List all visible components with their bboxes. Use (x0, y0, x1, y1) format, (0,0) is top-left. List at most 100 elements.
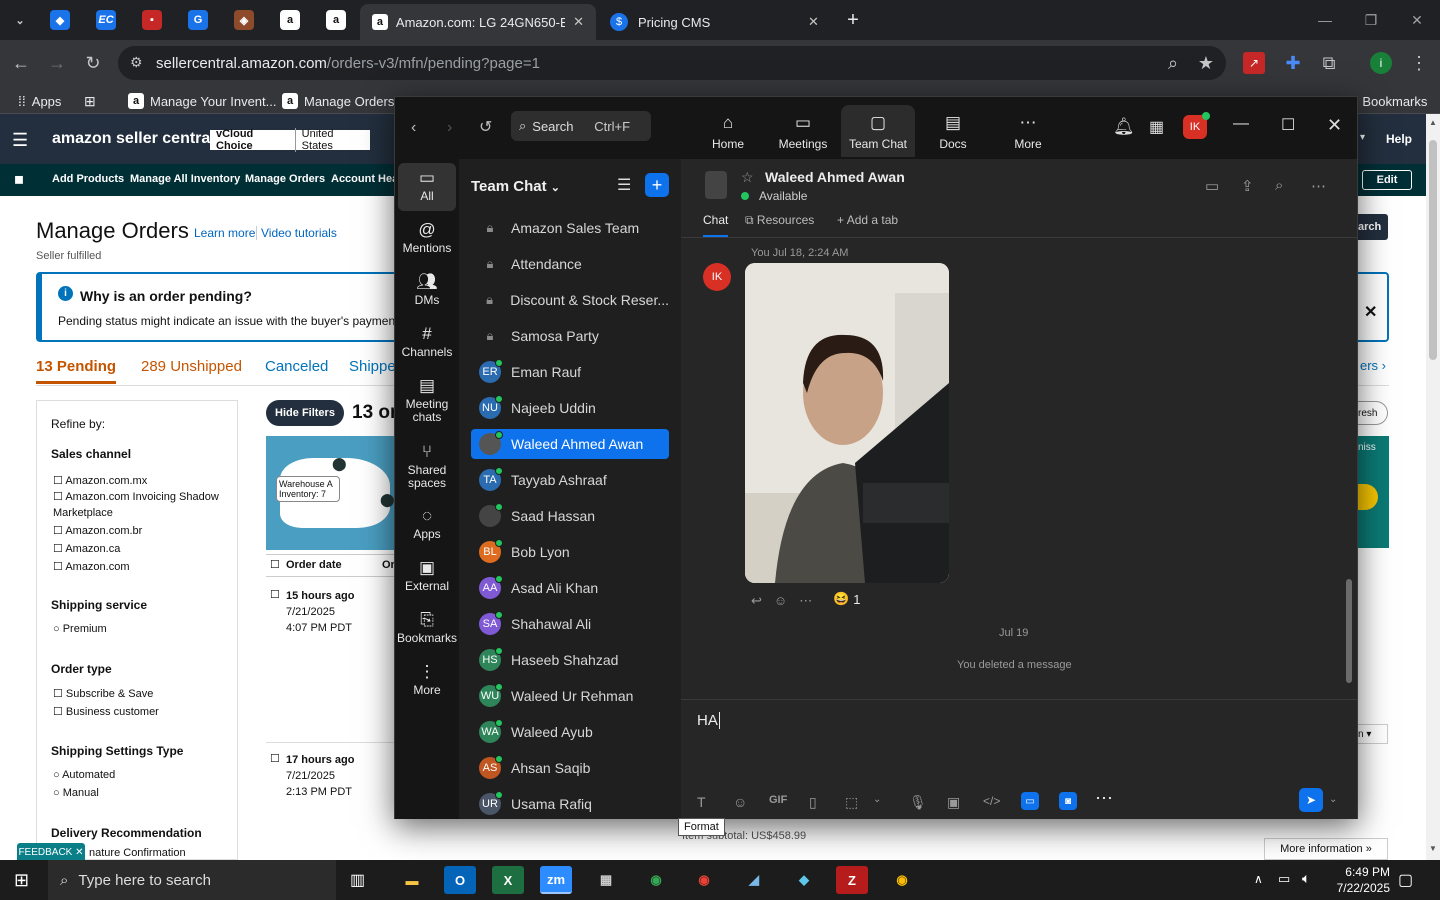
search-button[interactable]: arch (1358, 214, 1388, 240)
app-icon[interactable]: ◆ (788, 866, 820, 894)
share-screen-icon[interactable]: ⇪ (1241, 177, 1254, 195)
send-button[interactable]: ➤ (1299, 788, 1323, 812)
search-input[interactable]: ⌕ Search Ctrl+F (511, 111, 651, 141)
filter-checkbox[interactable]: ☐ Subscribe & Save (53, 687, 153, 700)
chrome-icon[interactable]: ◉ (640, 866, 672, 894)
search-icon[interactable]: ⌕ (1275, 177, 1283, 194)
order-details-header[interactable]: Or (382, 559, 395, 571)
close-icon[interactable]: ✕ (1364, 302, 1377, 322)
learn-more-link[interactable]: Learn more (194, 226, 255, 240)
extension-icon[interactable]: ↗ (1243, 52, 1265, 74)
list-item[interactable]: BL Bob Lyon (471, 537, 669, 567)
contact-name[interactable]: Waleed Ahmed Awan (765, 169, 905, 185)
chrome-menu-icon[interactable]: ⋮ (1406, 50, 1432, 76)
list-item[interactable]: UR Usama Rafiq (471, 789, 669, 819)
video-call-icon[interactable]: ▭ (1205, 177, 1219, 195)
tab-pricing-cms[interactable]: $ Pricing CMS ✕ (598, 4, 834, 40)
back-icon[interactable]: ‹ (411, 119, 416, 137)
bookmark-apps[interactable]: ⁞⁞ Apps (18, 91, 61, 111)
more-information-button[interactable]: More information » (1264, 838, 1388, 860)
close-tab-icon[interactable]: ✕ (573, 14, 584, 30)
forward-icon[interactable]: → (44, 50, 70, 76)
screenshot-icon[interactable]: ⬚ (845, 794, 858, 811)
app-icon[interactable]: ▭ (1021, 792, 1039, 810)
list-item[interactable]: AS Ahsan Saqib (471, 753, 669, 783)
amazon-seller-central-logo[interactable]: amazon seller central (52, 130, 215, 148)
forward-icon[interactable]: › (447, 119, 452, 137)
action-dropdown[interactable]: n ▾ (1358, 724, 1388, 744)
pinned-tab-amazon-icon[interactable]: a (280, 10, 300, 30)
windows-start-icon[interactable]: ⊞ (14, 870, 29, 891)
list-item[interactable]: 🔒︎ Discount & Stock Reser... (471, 285, 669, 315)
list-title[interactable]: Team Chat ⌄ (471, 178, 560, 195)
close-window-icon[interactable]: ✕ (1402, 8, 1432, 32)
profile-avatar-icon[interactable]: i (1370, 52, 1392, 74)
restore-icon[interactable]: ❐ (1356, 8, 1386, 32)
help-link[interactable]: Help (1386, 132, 1412, 146)
site-info-icon[interactable]: ⚙ (130, 54, 143, 71)
filter-radio[interactable]: ○ Premium (53, 623, 107, 635)
feedback-tab[interactable]: FEEDBACK ✕ (17, 843, 85, 861)
zoom-lens-icon[interactable]: ⌕ (1160, 50, 1186, 76)
edit-nav-button[interactable]: Edit (1362, 170, 1412, 190)
network-icon[interactable]: ▭ (1278, 871, 1290, 887)
tab-groups-icon[interactable]: ⊞ (84, 91, 96, 111)
bookmark-icon[interactable]: ◼ (14, 172, 24, 186)
filezilla-icon[interactable]: Z (836, 866, 868, 894)
nav-add-products[interactable]: Add Products (52, 173, 124, 185)
chrome-icon[interactable]: ◉ (886, 866, 918, 894)
reply-icon[interactable]: ↩ (751, 593, 762, 609)
filter-radio[interactable]: ○ Manual (53, 787, 99, 799)
pinned-tab-icon[interactable]: ▪ (142, 10, 162, 30)
send-options-chevron-icon[interactable]: ⌄ (1329, 794, 1337, 805)
chat-scrollbar-thumb[interactable] (1346, 579, 1352, 683)
list-item[interactable]: ER Eman Rauf (471, 357, 669, 387)
list-item[interactable]: WU Waleed Ur Rehman (471, 681, 669, 711)
bookmark-manage-orders[interactable]: a Manage Orders (282, 91, 394, 111)
tab-chat[interactable]: Chat (703, 213, 729, 237)
filter-checkbox[interactable]: ☐ Business customer (53, 705, 159, 718)
rail-apps[interactable]: ◌ Apps (398, 501, 456, 541)
tab-team-chat[interactable]: ▢ Team Chat (841, 105, 915, 157)
tab-docs[interactable]: ▤ Docs (916, 105, 990, 157)
extensions-puzzle-icon[interactable]: ⧉ (1316, 50, 1342, 76)
composer-input[interactable]: HA (697, 712, 720, 729)
list-item[interactable]: 🔒︎ Samosa Party (471, 321, 669, 351)
page-scrollbar[interactable]: ▲ ▼ (1426, 114, 1440, 860)
back-icon[interactable]: ← (8, 50, 34, 76)
reload-icon[interactable]: ↻ (80, 50, 106, 76)
excel-icon[interactable]: X (492, 866, 524, 894)
filter-checkbox[interactable]: ☐ Amazon.com Invoicing Shadow Marketplac… (53, 489, 223, 521)
table-row[interactable]: 17 hours ago 7/21/2025 2:13 PM PDT (286, 752, 354, 800)
emoji-icon[interactable]: ☺ (733, 794, 747, 810)
bookmark-star-icon[interactable]: ★ (1193, 50, 1219, 76)
tab-canceled[interactable]: Canceled (265, 358, 328, 375)
rail-external[interactable]: ▣ External (398, 553, 456, 593)
star-icon[interactable]: ☆ (741, 169, 754, 186)
promo-button[interactable] (1358, 484, 1378, 510)
app-icon[interactable]: ◙ (1059, 792, 1077, 810)
volume-icon[interactable]: 🔈︎ (1302, 870, 1310, 887)
marketplace-switcher[interactable]: vCloud Choice United States (210, 128, 370, 152)
filter-checkbox[interactable]: ☐ Amazon.com (53, 559, 223, 575)
chevron-down-icon[interactable]: ⌄ (873, 794, 881, 805)
row-checkbox[interactable]: ☐ (270, 752, 280, 765)
more-dots-icon[interactable]: ⋯ (799, 593, 812, 609)
photo-attachment[interactable] (745, 263, 949, 583)
notifications-bell-icon[interactable]: 🔔︎ (1113, 117, 1135, 137)
whats-new-icon[interactable]: ▦ (1149, 117, 1164, 137)
nav-manage-orders[interactable]: Manage Orders (245, 173, 325, 185)
list-item[interactable]: WA Waleed Ayub (471, 717, 669, 747)
zoom-app-icon[interactable]: zm (540, 866, 572, 894)
rail-channels[interactable]: # Channels (398, 319, 456, 359)
reaction-badge[interactable]: 😆 1 (833, 591, 860, 607)
list-item[interactable]: HS Haseeb Shahzad (471, 645, 669, 675)
new-tab-icon[interactable]: + (838, 8, 868, 32)
list-item[interactable]: NU Najeeb Uddin (471, 393, 669, 423)
add-tab-button[interactable]: + Add a tab (837, 213, 898, 227)
outlook-icon[interactable]: O (444, 866, 476, 894)
promo-banner[interactable]: niss (1358, 436, 1389, 548)
list-item[interactable]: AA Asad Ali Khan (471, 573, 669, 603)
pinned-tab-icon[interactable]: ◆ (50, 10, 70, 30)
scrollbar-thumb[interactable] (1429, 140, 1437, 360)
